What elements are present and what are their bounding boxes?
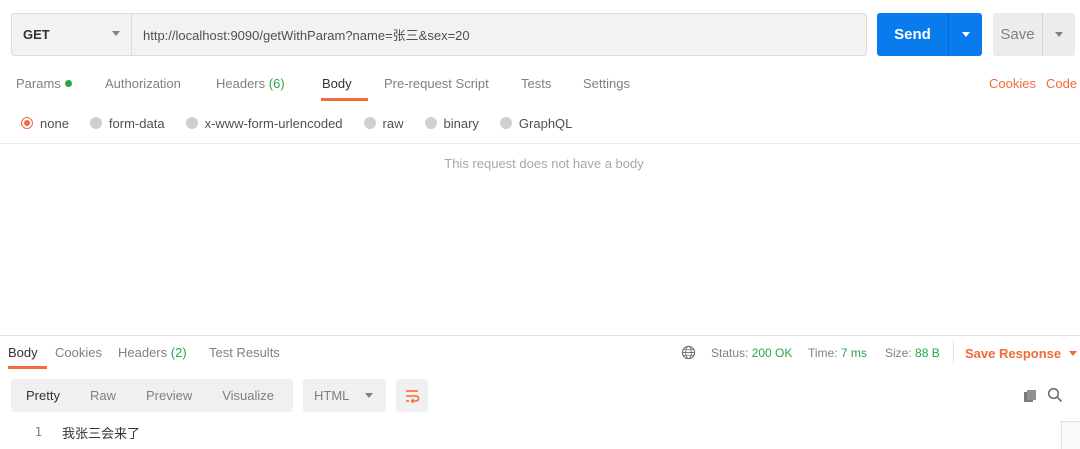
radio-form-data[interactable]: form-data [89, 115, 165, 131]
tab-settings[interactable]: Settings [583, 76, 630, 91]
radio-binary-label: binary [443, 115, 479, 131]
radio-raw-label: raw [382, 115, 404, 131]
send-button-label[interactable]: Send [877, 13, 949, 56]
radio-urlencoded-label: x-www-form-urlencoded [204, 115, 343, 131]
response-divider[interactable] [0, 335, 1080, 336]
radio-selected-icon [21, 117, 33, 129]
send-button[interactable]: Send [877, 13, 982, 56]
empty-body-message: This request does not have a body [444, 156, 644, 171]
tab-prerequest-script[interactable]: Pre-request Script [384, 76, 489, 91]
url-input[interactable]: http://localhost:9090/getWithParam?name=… [132, 14, 866, 55]
params-indicator-dot [64, 80, 72, 88]
radio-unselected-icon [499, 117, 512, 129]
response-format-group: Pretty Raw Preview Visualize [11, 379, 293, 412]
method-label: GET [23, 27, 50, 42]
active-response-tab-indicator [8, 366, 47, 369]
radio-graphql[interactable]: GraphQL [499, 115, 573, 131]
radio-unselected-icon [363, 117, 376, 129]
language-select-value: HTML [314, 388, 350, 403]
method-select[interactable]: GET [12, 14, 132, 55]
save-options-button[interactable] [1043, 13, 1075, 56]
status-indicator[interactable]: Status: 200 OK [711, 346, 792, 360]
send-options-button[interactable] [949, 13, 982, 56]
radio-none[interactable]: none [21, 116, 69, 131]
scrollbar[interactable] [1061, 421, 1080, 449]
response-tab-headers-count: (2) [170, 345, 187, 360]
wrap-lines-button[interactable] [396, 379, 428, 412]
size-value: 88 B [915, 346, 940, 360]
response-tab-cookies[interactable]: Cookies [55, 345, 102, 360]
globe-icon[interactable] [681, 345, 696, 360]
chevron-down-icon [961, 32, 970, 37]
format-visualize[interactable]: Visualize [207, 388, 289, 403]
request-url-bar: GET http://localhost:9090/getWithParam?n… [11, 13, 867, 56]
divider [953, 341, 954, 363]
response-tab-test-results[interactable]: Test Results [209, 345, 280, 360]
response-tab-headers-label: Headers [118, 345, 168, 360]
tab-headers-count: (6) [268, 76, 285, 91]
radio-form-data-label: form-data [108, 115, 165, 131]
format-pretty[interactable]: Pretty [11, 388, 75, 403]
tab-params[interactable]: Params [16, 76, 72, 91]
search-icon[interactable] [1047, 387, 1063, 403]
status-label: Status: [711, 346, 749, 360]
language-select[interactable]: HTML [303, 379, 386, 412]
radio-binary[interactable]: binary [424, 115, 479, 131]
chevron-down-icon [1069, 351, 1078, 356]
tab-params-label: Params [16, 76, 61, 91]
copy-icon[interactable] [1022, 388, 1038, 404]
line-number: 1 [34, 425, 42, 439]
radio-raw[interactable]: raw [363, 115, 404, 131]
line-content[interactable]: 我张三会来了 [46, 423, 140, 442]
tab-authorization[interactable]: Authorization [105, 76, 181, 91]
tab-body[interactable]: Body [322, 76, 352, 91]
chevron-down-icon [112, 31, 120, 36]
divider [0, 143, 1080, 144]
format-raw[interactable]: Raw [75, 388, 131, 403]
cookies-link[interactable]: Cookies [989, 76, 1036, 91]
chevron-down-icon [1055, 32, 1063, 37]
code-line: 1 我张三会来了 [0, 423, 140, 442]
time-label: Time: [808, 346, 838, 360]
radio-urlencoded[interactable]: x-www-form-urlencoded [185, 115, 343, 131]
radio-graphql-label: GraphQL [518, 115, 573, 131]
radio-unselected-icon [89, 117, 102, 129]
save-button-label[interactable]: Save [993, 13, 1043, 56]
response-tab-headers[interactable]: Headers (2) [118, 345, 187, 360]
time-indicator[interactable]: Time: 7 ms [808, 346, 867, 360]
format-preview[interactable]: Preview [131, 388, 207, 403]
size-indicator[interactable]: Size: 88 B [885, 346, 940, 360]
chevron-down-icon [365, 393, 373, 398]
code-link[interactable]: Code [1046, 76, 1077, 91]
status-value: 200 OK [751, 346, 793, 360]
request-tabs: Params Authorization Headers (6) Body Pr… [0, 70, 1080, 102]
save-button[interactable]: Save [993, 13, 1075, 56]
radio-unselected-icon [424, 117, 437, 129]
tab-tests[interactable]: Tests [521, 76, 551, 91]
response-tab-body[interactable]: Body [8, 345, 38, 360]
body-type-radio-group: none form-data x-www-form-urlencoded raw… [21, 114, 593, 132]
radio-none-label: none [40, 115, 69, 131]
save-response-label: Save Response [965, 346, 1062, 361]
time-value: 7 ms [840, 346, 867, 360]
radio-unselected-icon [185, 117, 198, 129]
save-response-button[interactable]: Save Response [965, 346, 1078, 361]
size-label: Size: [885, 346, 912, 360]
tab-headers-label: Headers [216, 76, 266, 91]
tab-headers[interactable]: Headers (6) [216, 76, 285, 91]
active-tab-indicator [321, 98, 368, 101]
wrap-lines-icon [406, 389, 420, 403]
